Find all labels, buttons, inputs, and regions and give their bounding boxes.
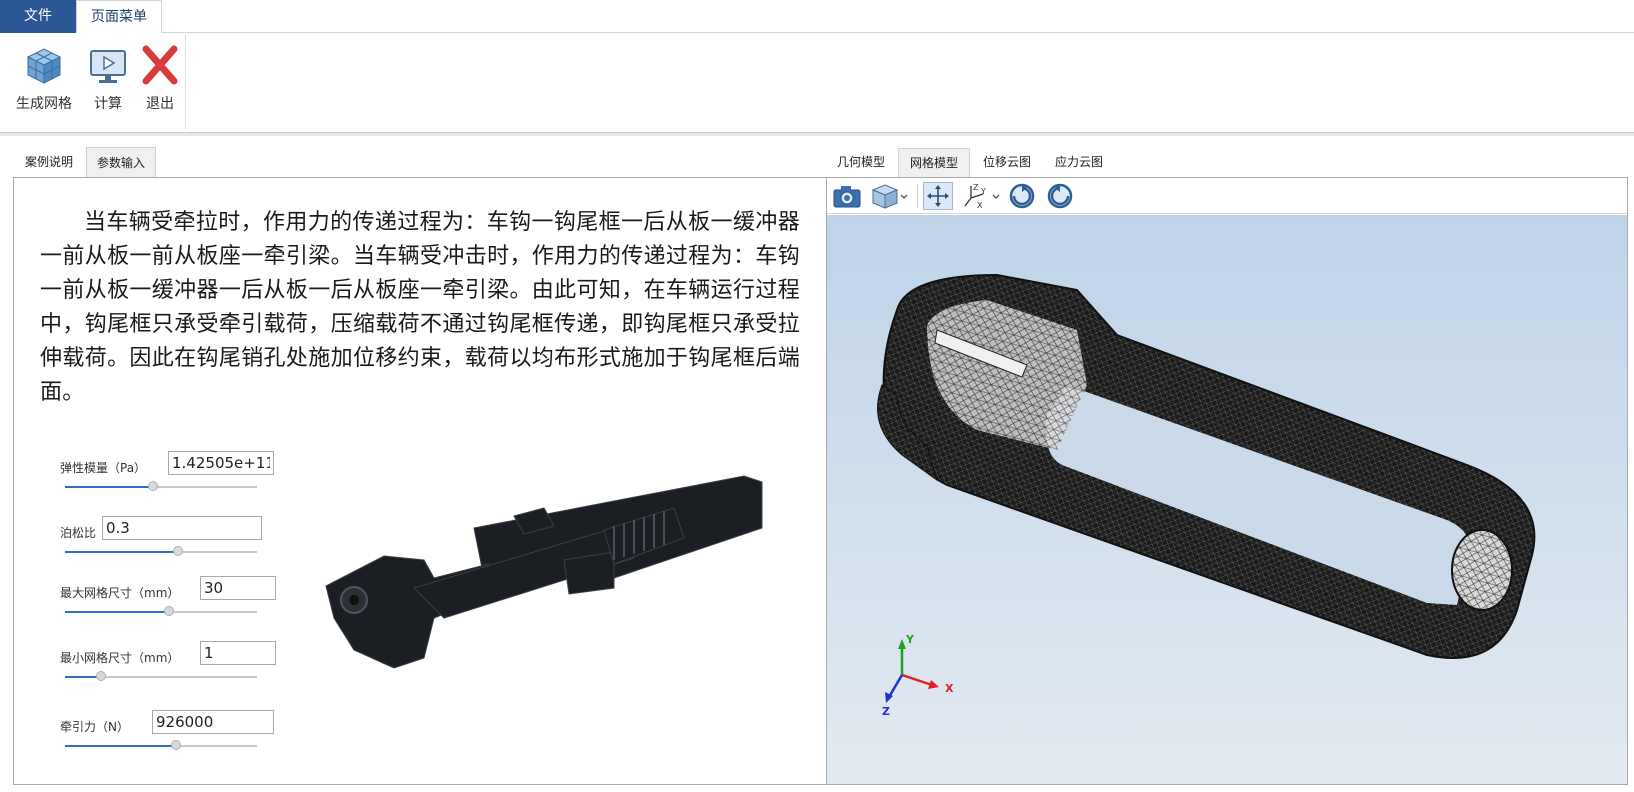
3d-viewport[interactable]: Y X Z xyxy=(827,215,1627,784)
rotate-cw-icon[interactable] xyxy=(1007,182,1037,210)
slider-handle[interactable] xyxy=(163,606,174,616)
model-view-panel: Z Y X Y X Z xyxy=(826,177,1628,785)
max-mesh-size-input[interactable] xyxy=(200,576,276,600)
generate-mesh-button[interactable]: 生成网格 xyxy=(16,43,72,113)
file-tab[interactable]: 文件 xyxy=(0,0,76,33)
axis-label-z: Z xyxy=(882,705,890,718)
min-mesh-size-input[interactable] xyxy=(200,641,276,665)
axes-orientation-icon[interactable]: Z Y X xyxy=(961,182,1003,210)
slider-handle[interactable] xyxy=(96,671,107,681)
param-label: 最小网格尺寸（mm） xyxy=(60,651,180,665)
tab-case-description[interactable]: 案例说明 xyxy=(14,147,84,177)
ribbon-body: 生成网格 计算 退出 xyxy=(0,33,1634,133)
camera-icon[interactable] xyxy=(831,182,863,210)
svg-text:Z: Z xyxy=(973,183,979,192)
rotate-ccw-icon[interactable] xyxy=(1045,182,1075,210)
elastic-modulus-input[interactable] xyxy=(168,451,274,475)
elastic-modulus-slider[interactable] xyxy=(65,481,257,491)
pan-move-icon[interactable] xyxy=(923,182,953,210)
tab-stress-contour[interactable]: 应力云图 xyxy=(1044,148,1114,177)
case-panel: 当车辆受牵拉时，作用力的传递过程为：车钩一钩尾框一后从板一缓冲器一前从板一前从板… xyxy=(13,177,827,785)
cube-mesh-icon xyxy=(16,43,72,87)
case-description-text: 当车辆受牵拉时，作用力的传递过程为：车钩一钩尾框一后从板一缓冲器一前从板一前从板… xyxy=(40,210,800,405)
poisson-ratio-slider[interactable] xyxy=(65,546,257,556)
compute-label: 计算 xyxy=(94,96,122,112)
poisson-ratio-input[interactable] xyxy=(102,516,262,540)
tab-parameter-input[interactable]: 参数输入 xyxy=(86,147,156,177)
page-menu-tab[interactable]: 页面菜单 xyxy=(76,0,162,33)
tab-displacement-contour[interactable]: 位移云图 xyxy=(972,148,1042,177)
traction-force-input[interactable] xyxy=(152,710,274,734)
tail-frame-mesh-model xyxy=(877,273,1536,703)
compute-button[interactable]: 计算 xyxy=(88,43,128,113)
generate-mesh-label: 生成网格 xyxy=(16,96,72,112)
view-toolbar: Z Y X xyxy=(827,178,1627,214)
param-label: 最大网格尺寸（mm） xyxy=(60,586,180,600)
ribbon-group: 生成网格 计算 退出 xyxy=(4,35,186,129)
traction-force-slider[interactable] xyxy=(65,740,257,750)
axis-label-y: Y xyxy=(906,633,914,646)
ribbon-divider xyxy=(0,133,1634,136)
svg-text:X: X xyxy=(977,201,983,210)
exit-button[interactable]: 退出 xyxy=(140,43,180,113)
ribbon-tab-bar: 文件 页面菜单 xyxy=(0,0,1634,33)
max-mesh-size-slider[interactable] xyxy=(65,606,257,616)
monitor-play-icon xyxy=(88,43,128,87)
coupler-assembly-image xyxy=(314,468,784,678)
tab-mesh-model[interactable]: 网格模型 xyxy=(898,148,970,177)
svg-text:Y: Y xyxy=(980,187,986,196)
slider-handle[interactable] xyxy=(171,740,182,750)
slider-handle[interactable] xyxy=(148,481,159,491)
red-x-icon xyxy=(140,43,180,87)
slider-handle[interactable] xyxy=(173,546,184,556)
exit-label: 退出 xyxy=(146,96,174,112)
param-label: 泊松比 xyxy=(60,526,97,540)
param-label: 弹性模量（Pa） xyxy=(60,461,147,475)
axis-label-x: X xyxy=(945,682,954,695)
tab-geometry-model[interactable]: 几何模型 xyxy=(826,148,896,177)
param-label: 牵引力（N） xyxy=(60,720,129,734)
view-cube-icon[interactable] xyxy=(869,182,911,210)
min-mesh-size-slider[interactable] xyxy=(65,671,257,681)
